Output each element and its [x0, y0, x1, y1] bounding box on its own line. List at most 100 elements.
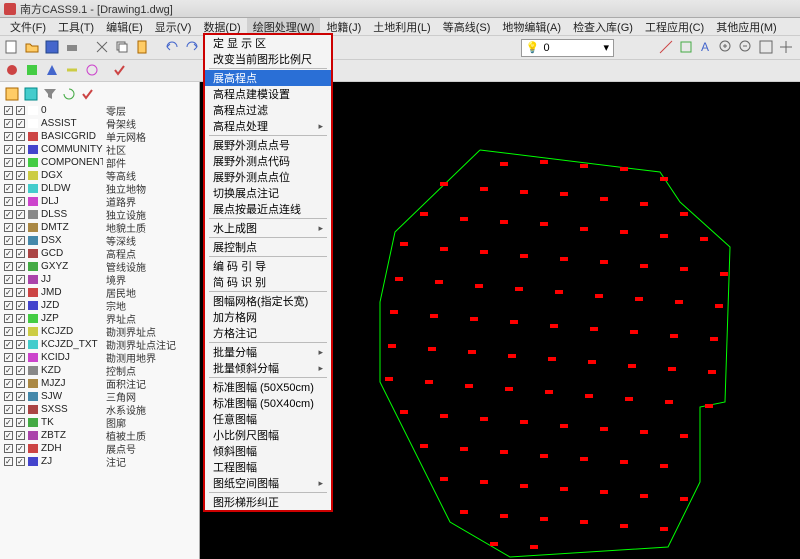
layer-color-swatch[interactable] [28, 457, 38, 466]
check-icon[interactable] [112, 62, 130, 80]
layer-color-swatch[interactable] [28, 366, 38, 375]
layer-row[interactable]: ASSIST骨架线 [2, 117, 197, 130]
menu-地物编辑(A)[interactable]: 地物编辑(A) [496, 18, 567, 36]
menuitem-展高程点[interactable]: 展高程点 [205, 70, 331, 86]
layer-row[interactable]: JZP界址点 [2, 312, 197, 325]
layer-row[interactable]: DLDW独立地物 [2, 182, 197, 195]
paste-icon[interactable] [134, 39, 152, 57]
layer-visible-checkbox[interactable] [4, 184, 13, 193]
layer-lock-checkbox[interactable] [16, 431, 25, 440]
layer-lock-checkbox[interactable] [16, 197, 25, 206]
menuitem-小比例尺图幅[interactable]: 小比例尺图幅 [205, 427, 331, 443]
menuitem-标准图幅 (50X40cm)[interactable]: 标准图幅 (50X40cm) [205, 395, 331, 411]
menu-编辑(E)[interactable]: 编辑(E) [100, 18, 149, 36]
layer-visible-checkbox[interactable] [4, 392, 13, 401]
menu-土地利用(L)[interactable]: 土地利用(L) [367, 18, 436, 36]
layer-lock-checkbox[interactable] [16, 184, 25, 193]
menuitem-工程图幅[interactable]: 工程图幅 [205, 459, 331, 475]
menu-等高线(S)[interactable]: 等高线(S) [437, 18, 497, 36]
menuitem-批量分幅[interactable]: 批量分幅 [205, 344, 331, 360]
menuitem-切换展点注记[interactable]: 切换展点注记 [205, 185, 331, 201]
layer-row[interactable]: DGX等高线 [2, 169, 197, 182]
layer-visible-checkbox[interactable] [4, 275, 13, 284]
layer-lock-checkbox[interactable] [16, 158, 25, 167]
layer-color-swatch[interactable] [28, 210, 38, 219]
print-icon[interactable] [64, 39, 82, 57]
layer-color-swatch[interactable] [28, 275, 38, 284]
layer-color-swatch[interactable] [28, 158, 38, 167]
layer-color-swatch[interactable] [28, 249, 38, 258]
tool-e-icon[interactable] [84, 62, 102, 80]
layer-lock-checkbox[interactable] [16, 457, 25, 466]
layer-color-swatch[interactable] [28, 431, 38, 440]
layer-visible-checkbox[interactable] [4, 249, 13, 258]
layer-row[interactable]: MJZJ面积注记 [2, 377, 197, 390]
layer-visible-checkbox[interactable] [4, 132, 13, 141]
layer-color-swatch[interactable] [28, 418, 38, 427]
layer-color-swatch[interactable] [28, 106, 38, 115]
zoom-out-icon[interactable] [738, 39, 756, 57]
layer-row[interactable]: GXYZ管线设施 [2, 260, 197, 273]
layer-lock-checkbox[interactable] [16, 353, 25, 362]
menu-显示(V)[interactable]: 显示(V) [149, 18, 198, 36]
layer-row[interactable]: BASICGRID单元网格 [2, 130, 197, 143]
layer-color-swatch[interactable] [28, 340, 38, 349]
pan-icon[interactable] [778, 39, 796, 57]
menuitem-任意图幅[interactable]: 任意图幅 [205, 411, 331, 427]
layer-lock-checkbox[interactable] [16, 262, 25, 271]
layer-color-swatch[interactable] [28, 444, 38, 453]
layer-lock-checkbox[interactable] [16, 314, 25, 323]
layer-lock-checkbox[interactable] [16, 379, 25, 388]
tool-d-icon[interactable] [64, 62, 82, 80]
layer-row[interactable]: KCJZD_TXT勘测界址点注记 [2, 338, 197, 351]
layer-color-swatch[interactable] [28, 145, 38, 154]
layer-lock-checkbox[interactable] [16, 171, 25, 180]
layer-row[interactable]: DSX等深线 [2, 234, 197, 247]
cut-icon[interactable] [94, 39, 112, 57]
layer-visible-checkbox[interactable] [4, 314, 13, 323]
layer-visible-checkbox[interactable] [4, 262, 13, 271]
layer-color-swatch[interactable] [28, 301, 38, 310]
layer-lock-checkbox[interactable] [16, 301, 25, 310]
layer-color-swatch[interactable] [28, 405, 38, 414]
zoom-in-icon[interactable] [718, 39, 736, 57]
menuitem-展控制点[interactable]: 展控制点 [205, 239, 331, 255]
layer-color-swatch[interactable] [28, 223, 38, 232]
layer-color-swatch[interactable] [28, 262, 38, 271]
menuitem-图幅网格(指定长宽)[interactable]: 图幅网格(指定长宽) [205, 293, 331, 309]
tool-b-icon[interactable] [24, 62, 42, 80]
undo-icon[interactable] [164, 39, 182, 57]
layer-new-icon[interactable] [4, 86, 20, 102]
layer-row[interactable]: COMMUNITY社区 [2, 143, 197, 156]
layer-lock-checkbox[interactable] [16, 223, 25, 232]
menuitem-方格注记[interactable]: 方格注记 [205, 325, 331, 341]
new-icon[interactable] [4, 39, 22, 57]
layer-refresh-icon[interactable] [61, 86, 77, 102]
layer-color-swatch[interactable] [28, 288, 38, 297]
layer-lock-checkbox[interactable] [16, 106, 25, 115]
menuitem-图形梯形纠正[interactable]: 图形梯形纠正 [205, 494, 331, 510]
layer-color-swatch[interactable] [28, 184, 38, 193]
layer-visible-checkbox[interactable] [4, 353, 13, 362]
layer-lock-checkbox[interactable] [16, 288, 25, 297]
menuitem-展野外测点点位[interactable]: 展野外测点点位 [205, 169, 331, 185]
menuitem-倾斜图幅[interactable]: 倾斜图幅 [205, 443, 331, 459]
layer-row[interactable]: JMD居民地 [2, 286, 197, 299]
menuitem-展野外测点代码[interactable]: 展野外测点代码 [205, 153, 331, 169]
layer-row[interactable]: 0零层 [2, 104, 197, 117]
layer-visible-checkbox[interactable] [4, 171, 13, 180]
draw-icon[interactable] [678, 39, 696, 57]
text-icon[interactable]: A [698, 39, 716, 57]
layer-lock-checkbox[interactable] [16, 405, 25, 414]
menuitem-图纸空间图幅[interactable]: 图纸空间图幅 [205, 475, 331, 491]
layer-filter-icon[interactable] [42, 86, 58, 102]
layer-color-swatch[interactable] [28, 197, 38, 206]
menu-其他应用(M)[interactable]: 其他应用(M) [710, 18, 783, 36]
layer-lock-checkbox[interactable] [16, 392, 25, 401]
tool-a-icon[interactable] [4, 62, 22, 80]
layer-row[interactable]: ZBTZ植被土质 [2, 429, 197, 442]
layer-visible-checkbox[interactable] [4, 158, 13, 167]
copy-icon[interactable] [114, 39, 132, 57]
layer-visible-checkbox[interactable] [4, 223, 13, 232]
redo-icon[interactable] [184, 39, 202, 57]
